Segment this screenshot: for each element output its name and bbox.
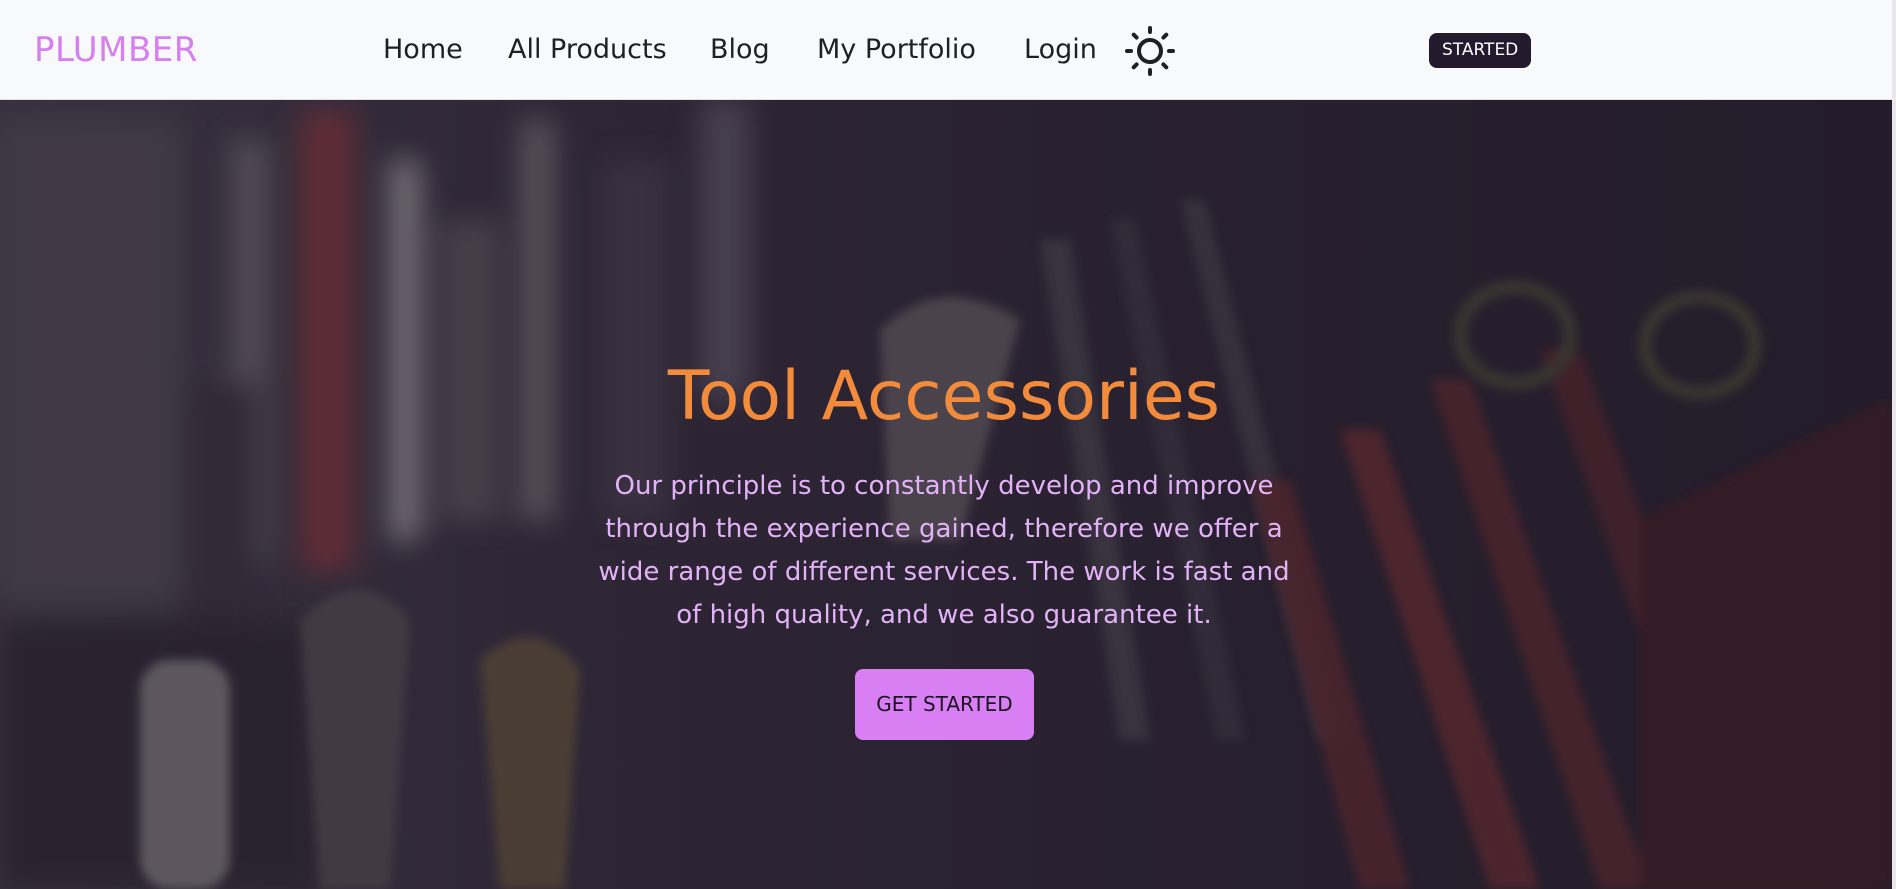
sun-icon	[1125, 26, 1175, 76]
nav-home[interactable]: Home	[383, 32, 463, 68]
nav-all-products[interactable]: All Products	[508, 32, 667, 68]
hero-title: Tool Accessories	[667, 357, 1221, 436]
nav-blog[interactable]: Blog	[710, 32, 770, 68]
theme-toggle-button[interactable]	[1124, 25, 1176, 77]
started-button[interactable]: STARTED	[1429, 33, 1532, 68]
brand-logo[interactable]: PLUMBER	[34, 28, 198, 72]
navbar: PLUMBER Home All Products Blog My Portfo…	[0, 0, 1892, 100]
nav-login[interactable]: Login	[1024, 32, 1097, 68]
hero-content: Tool Accessories Our principle is to con…	[0, 100, 1892, 889]
page-scrollbar[interactable]	[1892, 0, 1896, 889]
hero-section: Tool Accessories Our principle is to con…	[0, 100, 1892, 889]
nav-my-portfolio[interactable]: My Portfolio	[817, 32, 976, 68]
get-started-button[interactable]: GET STARTED	[855, 669, 1034, 740]
hero-description: Our principle is to constantly develop a…	[598, 471, 1290, 630]
